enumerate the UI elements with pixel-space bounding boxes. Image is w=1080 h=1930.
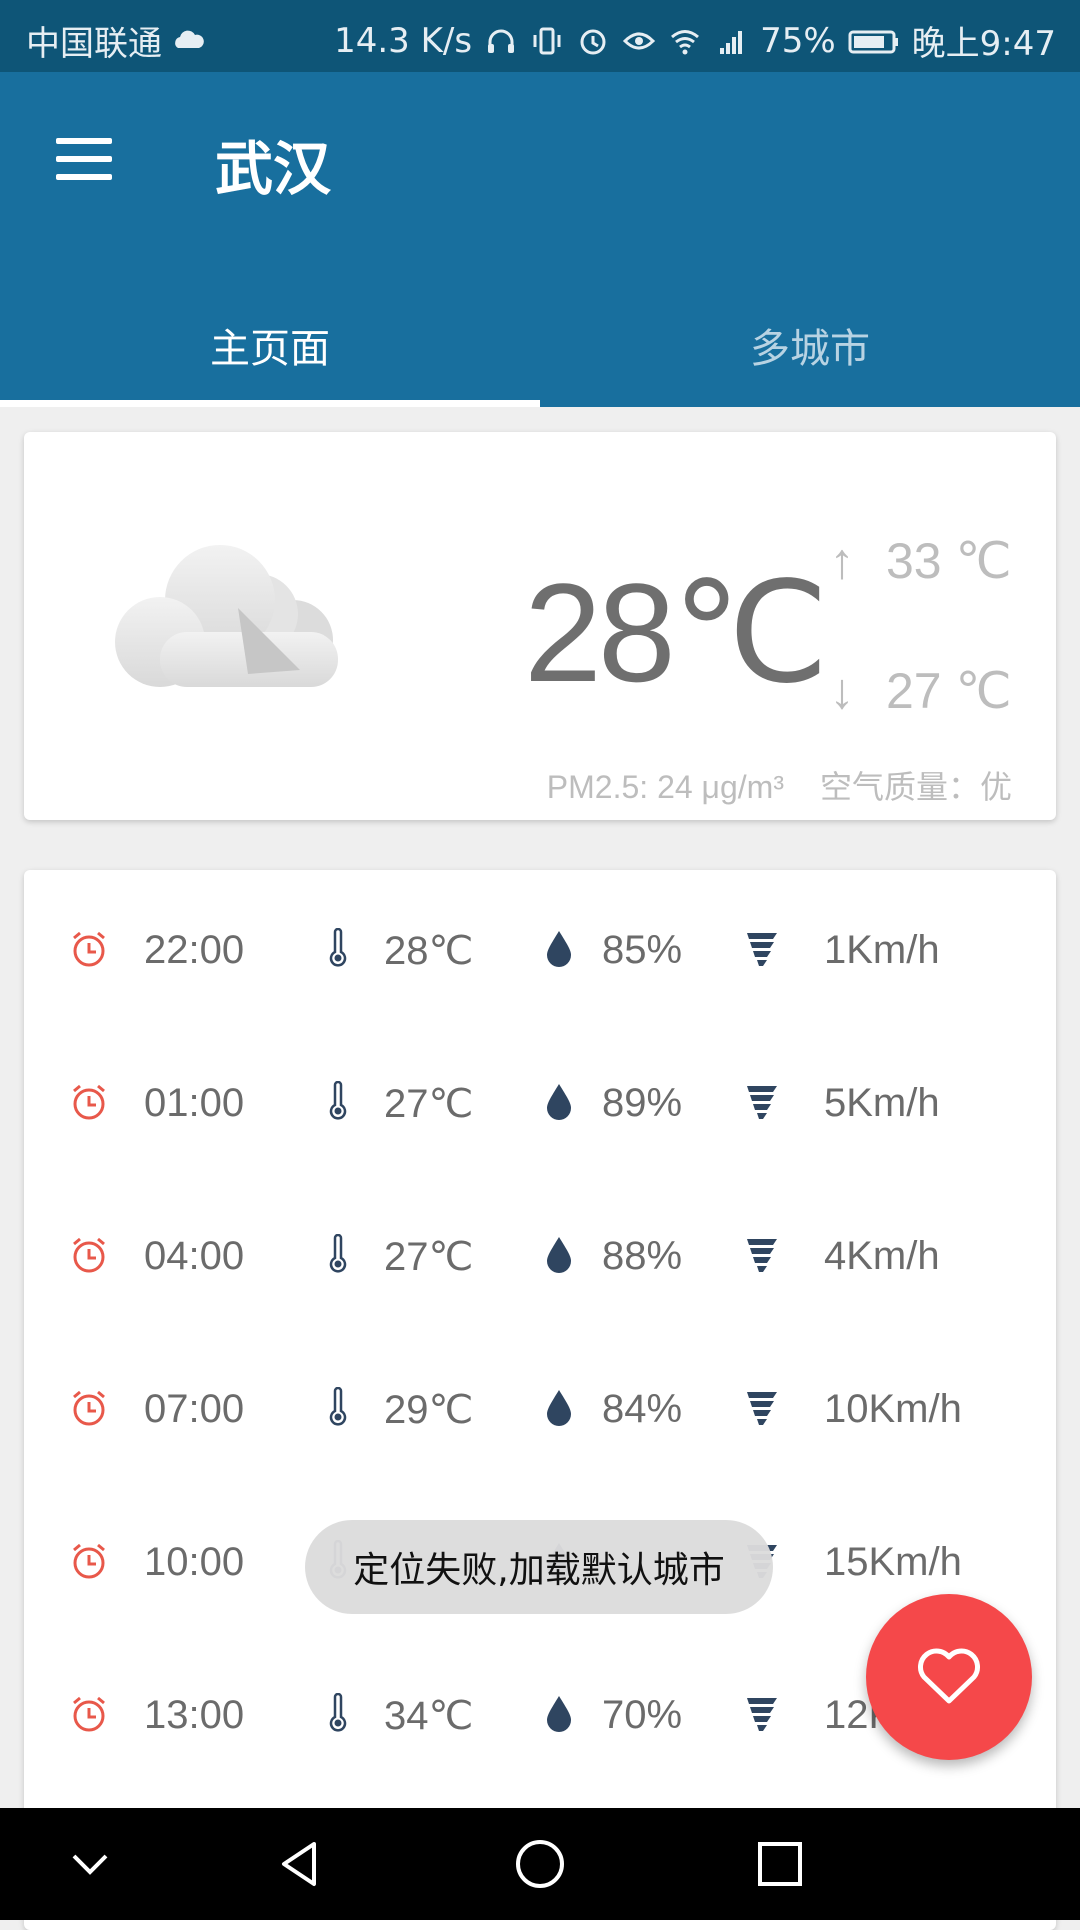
- hourly-time: 04:00: [144, 1234, 245, 1278]
- headphones-icon: [484, 24, 518, 58]
- cloud-status-icon: [172, 24, 206, 58]
- clock-icon: [68, 1693, 110, 1735]
- carrier-label: 中国联通: [26, 24, 162, 64]
- cloudy-icon: [108, 532, 348, 692]
- thermometer-icon: [326, 1387, 350, 1427]
- hourly-temperature: 34℃: [384, 1694, 474, 1738]
- heart-icon: [918, 1648, 980, 1704]
- clock-icon: [68, 928, 110, 970]
- high-temperature-value: 33 ℃: [886, 533, 1012, 589]
- hourly-row: 07:00 29℃ 84% 10Km/h: [24, 1371, 1056, 1451]
- hourly-forecast-card: 22:00 28℃ 85% 1Km/h 01:00 27℃ 89% 5Km/h 04:00 27℃…: [24, 870, 1056, 1930]
- tab-main[interactable]: 主页面: [0, 282, 540, 407]
- hourly-humidity: 70%: [602, 1693, 683, 1737]
- recents-icon[interactable]: [752, 1836, 808, 1892]
- city-title: 武汉: [215, 135, 332, 203]
- arrow-down-icon: ↓: [829, 663, 855, 719]
- vibrate-icon: [530, 24, 564, 58]
- thermometer-icon: [326, 1693, 350, 1733]
- wind-icon: [744, 1387, 780, 1427]
- wind-icon: [744, 1693, 780, 1733]
- air-quality-line: PM2.5: 24 μg/m³ 空气质量：优: [547, 762, 1012, 808]
- wind-icon: [744, 1234, 780, 1274]
- signal-4g-icon: [714, 24, 748, 58]
- clock-time: 晚上9:47: [911, 24, 1056, 64]
- tab-multi-city[interactable]: 多城市: [540, 282, 1080, 407]
- air-quality-value: 空气质量：优: [819, 769, 1012, 805]
- humidity-icon: [544, 1387, 574, 1427]
- hourly-wind: 10Km/h: [824, 1387, 962, 1431]
- thermometer-icon: [326, 1081, 350, 1121]
- hourly-time: 22:00: [144, 928, 245, 972]
- hourly-temperature: 29℃: [384, 1388, 474, 1432]
- hourly-time: 01:00: [144, 1081, 245, 1125]
- humidity-icon: [544, 928, 574, 968]
- app-bar: 武汉 主页面 多城市: [0, 72, 1080, 407]
- back-icon[interactable]: [272, 1836, 328, 1892]
- home-icon[interactable]: [512, 1836, 568, 1892]
- hourly-humidity: 84%: [602, 1387, 683, 1431]
- alarm-icon: [576, 24, 610, 58]
- clock-icon: [68, 1387, 110, 1429]
- favorite-button[interactable]: [866, 1594, 1032, 1760]
- current-temperature: 28℃: [524, 554, 829, 711]
- hourly-time: 13:00: [144, 1693, 245, 1737]
- humidity-icon: [544, 1081, 574, 1121]
- thermometer-icon: [326, 1234, 350, 1274]
- clock-icon: [68, 1234, 110, 1276]
- status-bar: 中国联通 14.3 K/s 75% 晚上9:47: [0, 0, 1080, 72]
- humidity-icon: [544, 1693, 574, 1733]
- hourly-humidity: 89%: [602, 1081, 683, 1125]
- pm25-value: PM2.5: 24 μg/m³: [546, 769, 784, 805]
- hourly-wind: 15Km/h: [824, 1540, 962, 1584]
- hourly-wind: 1Km/h: [824, 928, 940, 972]
- hourly-time: 07:00: [144, 1387, 245, 1431]
- hourly-wind: 4Km/h: [824, 1234, 940, 1278]
- hourly-row: 04:00 27℃ 88% 4Km/h: [24, 1218, 1056, 1298]
- hourly-time: 10:00: [144, 1540, 245, 1584]
- clock-icon: [68, 1540, 110, 1582]
- low-temperature: ↓ 27 ℃: [824, 662, 1012, 720]
- humidity-icon: [544, 1234, 574, 1274]
- hourly-temperature: 27℃: [384, 1235, 474, 1279]
- menu-icon[interactable]: [52, 132, 116, 196]
- wind-icon: [744, 928, 780, 968]
- eye-icon: [622, 24, 656, 58]
- wifi-icon: [668, 24, 702, 58]
- high-temperature: ↑ 33 ℃: [824, 532, 1012, 590]
- navigation-bar: [0, 1808, 1080, 1920]
- low-temperature-value: 27 ℃: [886, 663, 1012, 719]
- arrow-up-icon: ↑: [829, 533, 855, 589]
- hourly-row: 01:00 27℃ 89% 5Km/h: [24, 1065, 1056, 1145]
- tab-bar: 主页面 多城市: [0, 282, 1080, 407]
- hide-keyboard-icon[interactable]: [62, 1836, 118, 1892]
- hourly-humidity: 85%: [602, 928, 683, 972]
- battery-icon: [848, 24, 900, 58]
- current-weather-card: 28℃ ↑ 33 ℃ ↓ 27 ℃ PM2.5: 24 μg/m³ 空气质量：优: [24, 432, 1056, 820]
- hourly-humidity: 88%: [602, 1234, 683, 1278]
- battery-percent: 75%: [760, 20, 836, 61]
- tab-indicator: [0, 400, 540, 407]
- wind-icon: [744, 1081, 780, 1121]
- thermometer-icon: [326, 928, 350, 968]
- network-speed: 14.3 K/s: [334, 20, 473, 61]
- clock-icon: [68, 1081, 110, 1123]
- hourly-wind: 5Km/h: [824, 1081, 940, 1125]
- hourly-temperature: 28℃: [384, 929, 474, 973]
- hourly-temperature: 27℃: [384, 1082, 474, 1126]
- hourly-row: 22:00 28℃ 85% 1Km/h: [24, 912, 1056, 992]
- toast-message: 定位失败,加载默认城市: [305, 1520, 773, 1614]
